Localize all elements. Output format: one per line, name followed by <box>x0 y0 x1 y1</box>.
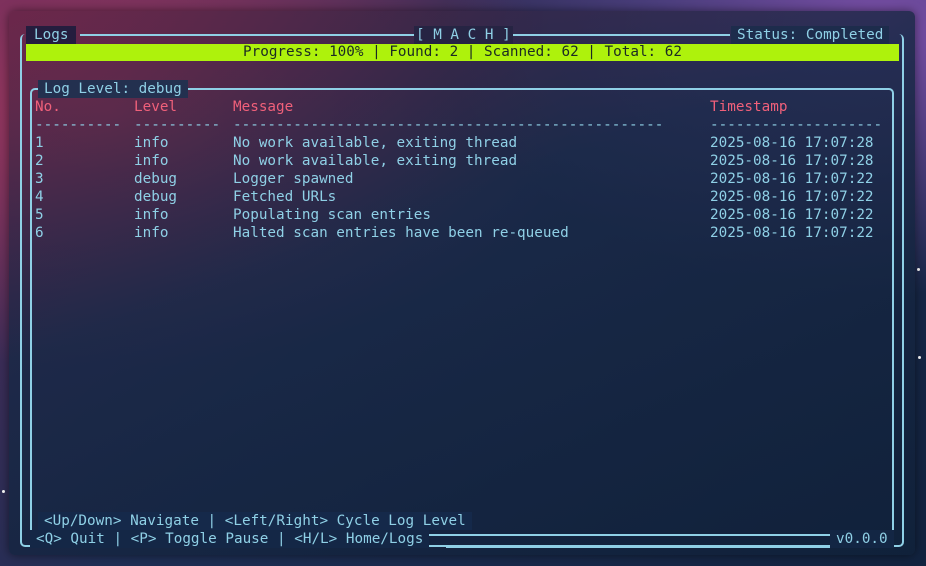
row-message: Halted scan entries have been re-queued <box>233 225 569 241</box>
row-message: Logger spawned <box>233 171 354 187</box>
row-level: info <box>134 225 169 241</box>
row-timestamp: 2025-08-16 17:07:22 <box>710 207 874 223</box>
outer-frame-top-right <box>512 34 730 36</box>
progress-bar: Progress: 100% | Found: 2 | Scanned: 62 … <box>26 44 899 61</box>
outer-frame-bottom-line <box>446 546 830 548</box>
col-header-level: Level <box>134 99 178 115</box>
col-separator: -------------------- <box>710 117 883 133</box>
row-timestamp: 2025-08-16 17:07:28 <box>710 135 874 151</box>
row-level: debug <box>134 171 178 187</box>
col-separator: ---------- <box>134 117 221 133</box>
row-level: info <box>134 135 169 151</box>
star-decoration <box>917 268 920 271</box>
row-timestamp: 2025-08-16 17:07:28 <box>710 153 874 169</box>
row-no: 1 <box>35 135 44 151</box>
window-title: Logs <box>26 26 77 44</box>
row-timestamp: 2025-08-16 17:07:22 <box>710 171 874 187</box>
row-timestamp: 2025-08-16 17:07:22 <box>710 189 874 205</box>
col-separator: ---------- <box>35 117 122 133</box>
row-no: 4 <box>35 189 44 205</box>
col-header-timestamp: Timestamp <box>710 99 788 115</box>
row-timestamp: 2025-08-16 17:07:22 <box>710 225 874 241</box>
col-header-message: Message <box>233 99 294 115</box>
status-text: Status: Completed <box>731 26 890 44</box>
row-message: Fetched URLs <box>233 189 337 205</box>
row-message: No work available, exiting thread <box>233 135 518 151</box>
col-separator: ----------------------------------------… <box>233 117 664 133</box>
star-decoration <box>918 356 921 359</box>
outer-frame-top-left <box>80 34 414 36</box>
row-no: 3 <box>35 171 44 187</box>
row-level: debug <box>134 189 178 205</box>
row-level: info <box>134 153 169 169</box>
version-label: v0.0.0 <box>830 530 894 548</box>
row-message: No work available, exiting thread <box>233 153 518 169</box>
app-title: [ M A C H ] <box>414 26 513 44</box>
row-message: Populating scan entries <box>233 207 431 223</box>
row-no: 2 <box>35 153 44 169</box>
col-header-no: No. <box>35 99 61 115</box>
navigation-hint: <Up/Down> Navigate | <Left/Right> Cycle … <box>38 512 472 530</box>
row-no: 6 <box>35 225 44 241</box>
row-level: info <box>134 207 169 223</box>
row-no: 5 <box>35 207 44 223</box>
log-level-title[interactable]: Log Level: debug <box>38 80 188 98</box>
keybinding-hint: <Q> Quit | <P> Toggle Pause | <H/L> Home… <box>30 530 430 548</box>
star-decoration <box>2 490 5 493</box>
